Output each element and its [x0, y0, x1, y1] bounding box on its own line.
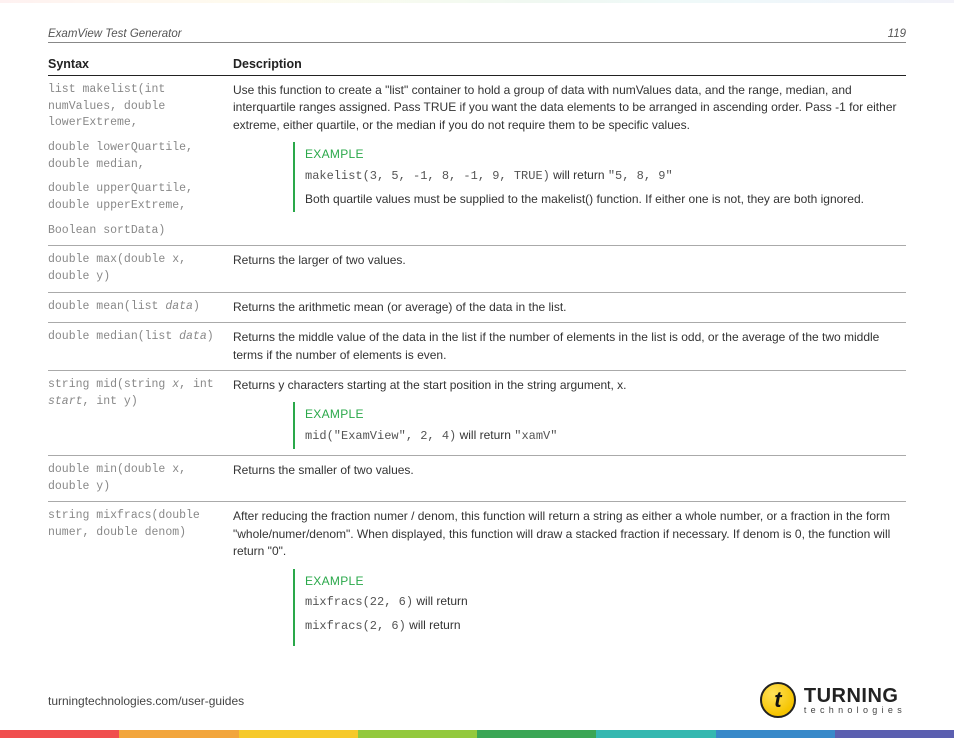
table-row: double min(double x, double y)Returns th…: [48, 456, 906, 502]
header-title: ExamView Test Generator: [48, 28, 182, 40]
function-table: Syntax Description list makelist(int num…: [48, 53, 906, 652]
table-row: string mixfracs(double numer, double den…: [48, 502, 906, 652]
table-row: list makelist(int numValues, double lowe…: [48, 76, 906, 246]
description-cell: Returns the arithmetic mean (or average)…: [233, 292, 906, 322]
syntax-cell: string mixfracs(double numer, double den…: [48, 502, 233, 652]
footer-url: turningtechnologies.com/user-guides: [48, 694, 244, 708]
example-line: mixfracs(22, 6) will return: [305, 593, 900, 611]
syntax-cell: double max(double x, double y): [48, 246, 233, 292]
col-syntax: Syntax: [48, 53, 233, 76]
example-box: EXAMPLE mid("ExamView", 2, 4) will return…: [293, 402, 900, 449]
page-number: 119: [888, 28, 906, 40]
logo-text: TURNING technologies: [804, 686, 906, 715]
syntax-cell: double mean(list data): [48, 292, 233, 322]
example-label: EXAMPLE: [305, 146, 900, 163]
example-label: EXAMPLE: [305, 406, 900, 423]
description-cell: Returns the larger of two values.: [233, 246, 906, 292]
syntax-cell: double median(list data): [48, 323, 233, 371]
table-row: string mid(string x, int start, int y)Re…: [48, 370, 906, 455]
description-cell: Returns the middle value of the data in …: [233, 323, 906, 371]
table-row: double mean(list data)Returns the arithm…: [48, 292, 906, 322]
page-header: ExamView Test Generator 119: [48, 28, 906, 43]
description-cell: Returns the smaller of two values.: [233, 456, 906, 502]
logo: t TURNING technologies: [760, 682, 906, 718]
color-bar: [0, 730, 954, 738]
example-box: EXAMPLE mixfracs(22, 6) will return mixfra…: [293, 569, 900, 646]
example-label: EXAMPLE: [305, 573, 900, 590]
example-line: mixfracs(2, 6) will return: [305, 617, 900, 635]
example-box: EXAMPLE makelist(3, 5, -1, 8, -1, 9, TRUE…: [293, 142, 900, 212]
syntax-cell: string mid(string x, int start, int y): [48, 370, 233, 455]
syntax-cell: list makelist(int numValues, double lowe…: [48, 76, 233, 246]
description-cell: After reducing the fraction numer / deno…: [233, 502, 906, 652]
table-row: double median(list data)Returns the midd…: [48, 323, 906, 371]
logo-big: TURNING: [804, 686, 906, 706]
syntax-cell: double min(double x, double y): [48, 456, 233, 502]
logo-small: technologies: [804, 706, 906, 715]
logo-icon: t: [760, 682, 796, 718]
page-content: ExamView Test Generator 119 Syntax Descr…: [0, 0, 954, 652]
example-line: makelist(3, 5, -1, 8, -1, 9, TRUE) will …: [305, 167, 900, 185]
example-line: mid("ExamView", 2, 4) will return "xamV": [305, 427, 900, 445]
col-description: Description: [233, 53, 906, 76]
table-row: double max(double x, double y)Returns th…: [48, 246, 906, 292]
description-cell: Returns y characters starting at the sta…: [233, 370, 906, 455]
example-note: Both quartile values must be supplied to…: [305, 191, 900, 208]
description-cell: Use this function to create a "list" con…: [233, 76, 906, 246]
